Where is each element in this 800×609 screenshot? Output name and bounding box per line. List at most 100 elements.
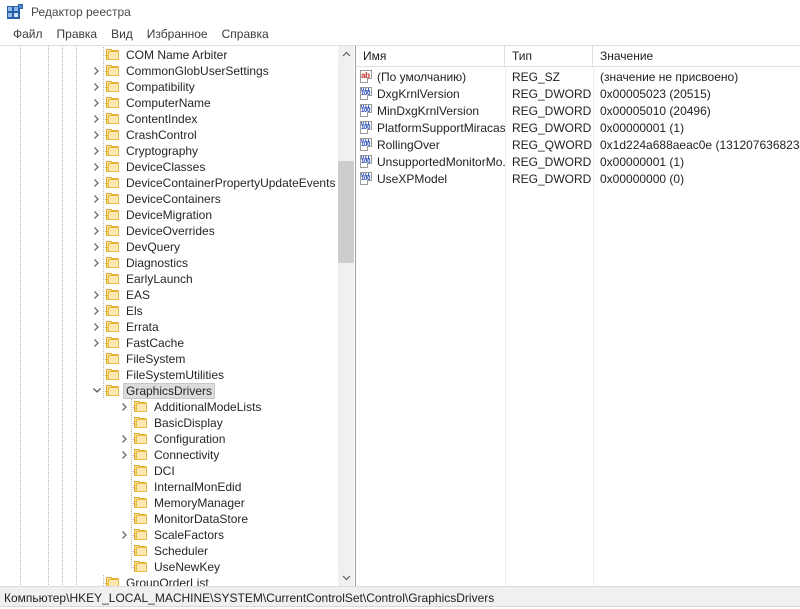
tree-item[interactable]: DeviceMigration <box>0 207 337 223</box>
tree-expander-chevron-right-icon[interactable] <box>90 159 102 175</box>
registry-key-folder-icon <box>134 465 148 477</box>
tree-item[interactable]: AdditionalModeLists <box>0 399 337 415</box>
tree-item[interactable]: MemoryManager <box>0 495 337 511</box>
tree-item[interactable]: ScaleFactors <box>0 527 337 543</box>
tree-item-label: Connectivity <box>154 448 220 462</box>
tree-item[interactable]: ContentIndex <box>0 111 337 127</box>
tree-expander-chevron-down-icon[interactable] <box>90 383 102 399</box>
tree-item[interactable]: InternalMonEdid <box>0 479 337 495</box>
registry-key-folder-icon <box>106 81 120 93</box>
tree-expander-chevron-right-icon[interactable] <box>118 447 130 463</box>
tree-item[interactable]: DeviceContainers <box>0 191 337 207</box>
registry-value-data-cell: 0x00005023 (20515) <box>593 85 800 103</box>
tree-expander-chevron-right-icon[interactable] <box>90 303 102 319</box>
tree-item[interactable]: EAS <box>0 287 337 303</box>
tree-item[interactable]: Configuration <box>0 431 337 447</box>
tree-scroll-track[interactable] <box>338 63 354 569</box>
tree-item[interactable]: ComputerName <box>0 95 337 111</box>
tree-item[interactable]: FileSystemUtilities <box>0 367 337 383</box>
tree-expander-chevron-right-icon[interactable] <box>90 143 102 159</box>
tree-expander-chevron-right-icon[interactable] <box>90 111 102 127</box>
tree-item[interactable]: FastCache <box>0 335 337 351</box>
menu-favorites[interactable]: Избранное <box>140 25 215 44</box>
tree-expander-chevron-right-icon[interactable] <box>118 527 130 543</box>
registry-value-row[interactable]: 011 100 UseXPModel REG_DWORD 0x00000000 (0) <box>356 170 800 187</box>
tree-item[interactable]: Compatibility <box>0 79 337 95</box>
registry-key-folder-icon <box>106 369 120 381</box>
registry-value-row[interactable]: 011 100 RollingOver REG_QWORD 0x1d224a688aea… <box>356 136 800 153</box>
scroll-down-arrow-icon[interactable] <box>338 569 354 586</box>
column-header-value[interactable]: Значение <box>593 46 800 66</box>
tree-expander-chevron-right-icon[interactable] <box>90 79 102 95</box>
tree-item-label: CommonGlobUserSettings <box>126 64 269 78</box>
tree-expander-chevron-right-icon[interactable] <box>90 95 102 111</box>
tree-expander-chevron-right-icon[interactable] <box>90 223 102 239</box>
tree-expander-chevron-right-icon[interactable] <box>90 63 102 79</box>
tree-connector-line <box>131 559 132 567</box>
regedit-icon <box>7 4 23 20</box>
tree-expander-chevron-right-icon[interactable] <box>118 399 130 415</box>
registry-key-folder-icon <box>134 513 148 525</box>
tree-item[interactable]: EarlyLaunch <box>0 271 337 287</box>
registry-key-folder-icon <box>106 209 120 221</box>
registry-value-row[interactable]: 011 100 DxgKrnlVersion REG_DWORD 0x00005023 … <box>356 85 800 102</box>
tree-item[interactable]: Diagnostics <box>0 255 337 271</box>
registry-key-folder-icon <box>106 257 120 269</box>
tree-expander-chevron-right-icon[interactable] <box>90 239 102 255</box>
binary-value-icon: 011 100 <box>359 171 374 186</box>
registry-value-row[interactable]: 011 100 UnsupportedMonitorMo... REG_DWORD 0x… <box>356 153 800 170</box>
registry-key-folder-icon <box>134 401 148 413</box>
tree-expander-chevron-right-icon[interactable] <box>118 431 130 447</box>
tree-item[interactable]: CommonGlobUserSettings <box>0 63 337 79</box>
tree-expander-chevron-right-icon[interactable] <box>90 319 102 335</box>
tree-item[interactable]: DCI <box>0 463 337 479</box>
registry-tree-viewport[interactable]: COM Name Arbiter CommonGlobUserSettings Co… <box>0 46 337 586</box>
menu-edit[interactable]: Правка <box>50 25 105 44</box>
tree-expander-chevron-right-icon[interactable] <box>90 175 102 191</box>
tree-item[interactable]: COM Name Arbiter <box>0 47 337 63</box>
tree-item[interactable]: BasicDisplay <box>0 415 337 431</box>
tree-item-label: DeviceClasses <box>126 160 206 174</box>
tree-item[interactable]: Cryptography <box>0 143 337 159</box>
tree-item-label: ScaleFactors <box>154 528 225 542</box>
registry-key-folder-icon <box>134 417 148 429</box>
tree-item-label: GraphicsDrivers <box>123 383 216 399</box>
tree-item[interactable]: GroupOrderList <box>0 575 337 586</box>
menu-file[interactable]: Файл <box>6 25 50 44</box>
registry-key-folder-icon <box>106 193 120 205</box>
tree-item[interactable]: Scheduler <box>0 543 337 559</box>
registry-value-row[interactable]: 011 100 PlatformSupportMiracast REG_DWORD 0x… <box>356 119 800 136</box>
column-header-type[interactable]: Тип <box>505 46 593 66</box>
scroll-up-arrow-icon[interactable] <box>338 46 354 63</box>
tree-expander-chevron-right-icon[interactable] <box>90 127 102 143</box>
tree-item-selected[interactable]: GraphicsDrivers <box>0 383 337 399</box>
registry-value-data: 0x1d224a688aeac0e (131207636823485... <box>600 137 800 152</box>
tree-item[interactable]: MonitorDataStore <box>0 511 337 527</box>
tree-item[interactable]: UseNewKey <box>0 559 337 575</box>
tree-item[interactable]: DeviceContainerPropertyUpdateEvents <box>0 175 337 191</box>
tree-item[interactable]: FileSystem <box>0 351 337 367</box>
column-header-name[interactable]: Имя <box>356 46 505 66</box>
tree-item[interactable]: Errata <box>0 319 337 335</box>
registry-value-row[interactable]: 011 100 MinDxgKrnlVersion REG_DWORD 0x000050… <box>356 102 800 119</box>
tree-expander-chevron-right-icon[interactable] <box>90 255 102 271</box>
tree-item[interactable]: DeviceClasses <box>0 159 337 175</box>
registry-value-type: REG_DWORD <box>512 120 592 135</box>
tree-vertical-scrollbar[interactable] <box>337 46 354 586</box>
tree-item[interactable]: CrashControl <box>0 127 337 143</box>
menu-view[interactable]: Вид <box>104 25 140 44</box>
tree-expander-chevron-right-icon[interactable] <box>90 207 102 223</box>
registry-value-type-cell: REG_DWORD <box>505 85 593 103</box>
tree-expander-chevron-right-icon[interactable] <box>90 335 102 351</box>
tree-item[interactable]: DeviceOverrides <box>0 223 337 239</box>
tree-item[interactable]: Connectivity <box>0 447 337 463</box>
registry-value-row[interactable]: ab (По умолчанию) REG_SZ (значение не присв… <box>356 68 800 85</box>
tree-item-label: AdditionalModeLists <box>154 400 262 414</box>
tree-item[interactable]: Els <box>0 303 337 319</box>
tree-expander-chevron-right-icon[interactable] <box>90 191 102 207</box>
tree-scroll-thumb[interactable] <box>338 161 354 263</box>
tree-item-label: UseNewKey <box>154 560 221 574</box>
menu-help[interactable]: Справка <box>215 25 276 44</box>
tree-expander-chevron-right-icon[interactable] <box>90 287 102 303</box>
tree-item[interactable]: DevQuery <box>0 239 337 255</box>
